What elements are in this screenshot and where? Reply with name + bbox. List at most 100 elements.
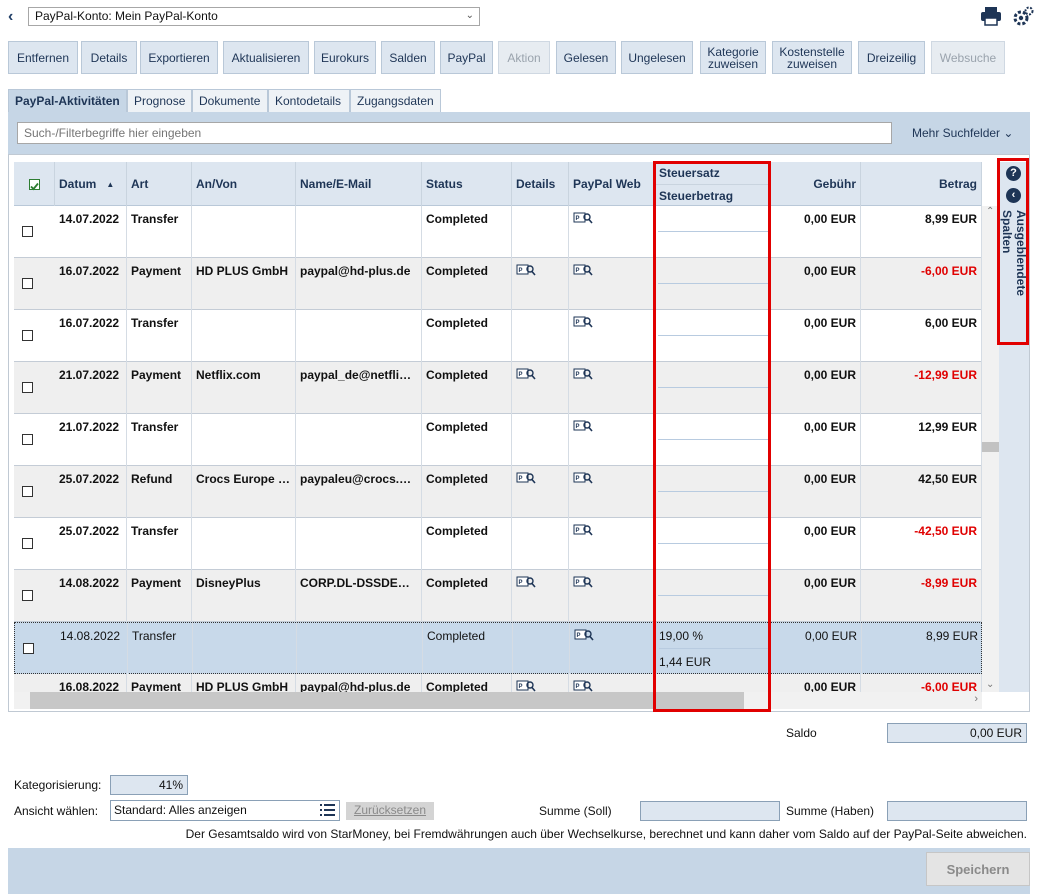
paypal-web-icon[interactable]: P — [573, 264, 593, 279]
paypal-web-icon[interactable]: P — [573, 576, 593, 591]
table-row[interactable]: 25.07.2022 Refund Crocs Europe B... paypale… — [14, 466, 982, 518]
toolbar-button-exportieren[interactable]: Exportieren — [140, 41, 218, 74]
table-row[interactable]: 16.07.2022 Transfer Completed P 0,00 EUR 6,00… — [14, 310, 982, 362]
reset-button[interactable]: Zurücksetzen — [346, 802, 434, 820]
cell-steuersatz[interactable]: 19,00 % — [659, 629, 703, 643]
row-checkbox[interactable] — [22, 382, 33, 393]
column-header-gebuehr[interactable]: Gebühr — [771, 162, 861, 206]
cell-anvon: HD PLUS GmbH — [192, 674, 296, 692]
row-checkbox[interactable] — [22, 330, 33, 341]
column-header-datum[interactable]: Datum ▲ — [55, 162, 127, 206]
toolbar-button-aktion[interactable]: Aktion — [498, 41, 550, 74]
details-magnifier-icon[interactable]: P — [516, 472, 536, 487]
column-header-anvon[interactable]: An/Von — [192, 162, 296, 206]
tab-paypal-aktivitäten[interactable]: PayPal-Aktivitäten — [8, 89, 127, 113]
details-magnifier-icon[interactable]: P — [516, 576, 536, 591]
scroll-up-icon[interactable]: ⌃ — [986, 206, 994, 217]
paypal-web-icon[interactable]: P — [573, 680, 593, 692]
hidden-columns-toggle[interactable]: Ausgeblendete Spalten — [1000, 208, 1028, 338]
tab-zugangsdaten[interactable]: Zugangsdaten — [350, 89, 441, 112]
paypal-web-icon[interactable]: P — [573, 316, 593, 331]
table-row[interactable]: 16.08.2022 Payment HD PLUS GmbH paypal@hd-p… — [14, 674, 982, 692]
cell-datum: 21.07.2022 — [55, 362, 127, 414]
column-header-email[interactable]: Name/E-Mail — [296, 162, 422, 206]
cell-datum: 14.07.2022 — [55, 206, 127, 258]
toolbar-button-ungelesen[interactable]: Ungelesen — [621, 41, 693, 74]
row-checkbox[interactable] — [22, 278, 33, 289]
svg-text:P: P — [519, 580, 523, 586]
row-checkbox[interactable] — [22, 590, 33, 601]
table-row[interactable]: 14.08.2022 Transfer Completed P 19,00 % 1,44 … — [14, 622, 982, 675]
table-row[interactable]: 14.07.2022 Transfer Completed P 0,00 EUR 8,99… — [14, 206, 982, 258]
list-icon[interactable] — [318, 801, 338, 819]
gear-icon[interactable] — [1012, 6, 1034, 28]
column-header-tax[interactable]: Steuersatz Steuerbetrag — [655, 162, 771, 206]
column-header-art[interactable]: Art — [127, 162, 192, 206]
back-arrow-icon[interactable]: ‹ — [8, 9, 20, 25]
toolbar-button-gelesen[interactable]: Gelesen — [556, 41, 616, 74]
row-checkbox[interactable] — [22, 538, 33, 549]
scroll-down-icon[interactable]: ⌄ — [986, 679, 994, 690]
view-select[interactable]: Standard: Alles anzeigen — [110, 800, 340, 821]
cell-gebuehr: 0,00 EUR — [771, 414, 861, 466]
toolbar-button-kategorie-zuweisen[interactable]: Kategorie zuweisen — [700, 41, 766, 74]
paypal-web-icon[interactable]: P — [573, 212, 593, 227]
column-header-betrag[interactable]: Betrag — [861, 162, 982, 206]
horizontal-scroll-thumb[interactable] — [30, 692, 744, 709]
toolbar-button-salden[interactable]: Salden — [381, 41, 435, 74]
print-icon[interactable] — [980, 6, 1002, 26]
row-checkbox[interactable] — [22, 434, 33, 445]
details-magnifier-icon[interactable]: P — [516, 680, 536, 692]
select-all-checkbox[interactable] — [28, 178, 40, 190]
toolbar-button-details[interactable]: Details — [81, 41, 137, 74]
tab-kontodetails[interactable]: Kontodetails — [268, 89, 350, 112]
row-checkbox[interactable] — [22, 486, 33, 497]
table-row[interactable]: 16.07.2022 Payment HD PLUS GmbH paypal@hd-p… — [14, 258, 982, 310]
paypal-web-icon[interactable]: P — [573, 368, 593, 383]
cell-tax — [658, 570, 768, 622]
cell-details — [512, 518, 569, 570]
column-header-status[interactable]: Status — [422, 162, 512, 206]
table-row[interactable]: 14.08.2022 Payment DisneyPlus CORP.DL-DSSDE… — [14, 570, 982, 622]
paypal-web-icon[interactable]: P — [573, 420, 593, 435]
tab-prognose[interactable]: Prognose — [127, 89, 192, 112]
paypal-web-icon[interactable]: P — [573, 524, 593, 539]
more-search-fields-toggle[interactable]: Mehr Suchfelder ⌄ — [912, 126, 1013, 140]
table-row[interactable]: 25.07.2022 Transfer Completed P 0,00 EUR -42,… — [14, 518, 982, 570]
cell-betrag: -6,00 EUR — [861, 258, 982, 310]
vertical-scrollbar[interactable]: ⌃ ⌄ — [982, 206, 999, 692]
cell-email — [296, 518, 422, 570]
tab-dokumente[interactable]: Dokumente — [192, 89, 268, 112]
help-icon[interactable]: ? — [1006, 166, 1021, 181]
column-header-details[interactable]: Details — [512, 162, 569, 206]
table-row[interactable]: 21.07.2022 Payment Netflix.com paypal_de@ne… — [14, 362, 982, 414]
toolbar-button-aktualisieren[interactable]: Aktualisieren — [223, 41, 309, 74]
toolbar-button-websuche[interactable]: Websuche — [931, 41, 1005, 74]
save-button[interactable]: Speichern — [926, 852, 1030, 886]
select-all-checkbox-cell[interactable] — [14, 162, 55, 206]
cell-steuerbetrag[interactable]: 1,44 EUR — [659, 655, 711, 669]
column-steuersatz-label[interactable]: Steuersatz — [655, 162, 770, 184]
paypal-web-icon[interactable]: P — [573, 472, 593, 487]
vertical-scroll-thumb[interactable] — [982, 442, 999, 452]
cell-status: Completed — [422, 518, 512, 570]
column-header-paypalweb[interactable]: PayPal Web — [569, 162, 655, 206]
cell-paypalweb: P — [569, 310, 655, 362]
column-steuerbetrag-label[interactable]: Steuerbetrag — [655, 184, 770, 206]
details-magnifier-icon[interactable]: P — [516, 264, 536, 279]
toolbar-button-paypal[interactable]: PayPal — [440, 41, 493, 74]
row-checkbox[interactable] — [23, 643, 34, 654]
paypal-web-icon[interactable]: P — [574, 629, 594, 644]
search-input[interactable] — [17, 122, 892, 144]
scroll-right-icon[interactable]: › — [974, 693, 978, 705]
details-magnifier-icon[interactable]: P — [516, 368, 536, 383]
toolbar-button-entfernen[interactable]: Entfernen — [8, 41, 78, 74]
toolbar-button-eurokurs[interactable]: Eurokurs — [314, 41, 376, 74]
toolbar-button-dreizeilig[interactable]: Dreizeilig — [858, 41, 925, 74]
toolbar-button-kostenstelle-zuweisen[interactable]: Kostenstelle zuweisen — [772, 41, 852, 74]
account-select[interactable]: PayPal-Konto: Mein PayPal-Konto ⌄ — [28, 7, 480, 26]
chevron-left-icon[interactable]: ‹ — [1006, 188, 1021, 203]
table-row[interactable]: 21.07.2022 Transfer Completed P 0,00 EUR 12,9… — [14, 414, 982, 466]
row-checkbox[interactable] — [22, 226, 33, 237]
horizontal-scrollbar[interactable]: › — [14, 692, 982, 709]
